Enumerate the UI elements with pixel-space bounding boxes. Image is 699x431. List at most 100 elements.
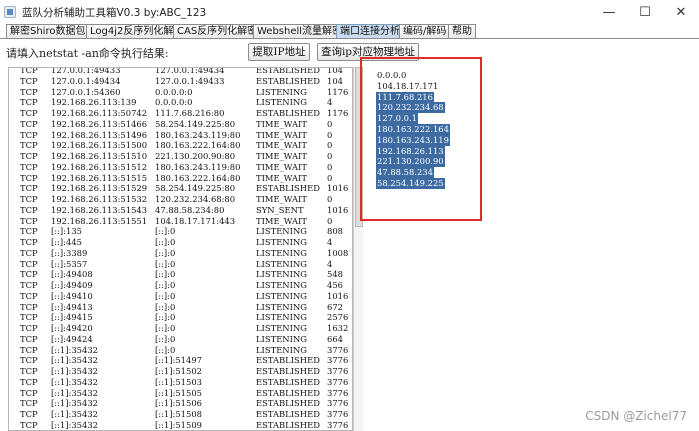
netstat-foreign-address: [::]:0 (155, 301, 176, 312)
netstat-local-address: [::]:49408 (51, 269, 93, 280)
netstat-local-address: [::1]:35432 (51, 376, 98, 387)
netstat-pid: 3776 (327, 376, 349, 387)
netstat-pid: 1016 (327, 183, 349, 194)
netstat-row: TCP 192.168.26.113:139 0.0.0.0:0 LISTENING 4 (9, 97, 352, 108)
netstat-pid: 1008 (327, 247, 349, 258)
annotation-box (360, 57, 482, 221)
netstat-state: LISTENING (256, 86, 307, 97)
close-icon[interactable]: ✕ (663, 0, 699, 24)
netstat-state: LISTENING (256, 226, 307, 237)
tab-shiro[interactable]: 解密Shiro数据包 (6, 24, 90, 39)
tab-webshell[interactable]: Webshell流量解密 (253, 24, 347, 39)
netstat-state: LISTENING (256, 333, 307, 344)
netstat-proto: TCP (20, 194, 38, 204)
netstat-textarea[interactable]: TCP 127.0.0.1:49433 127.0.0.1:49434 ESTABLI… (8, 67, 353, 431)
tab-port-analysis[interactable]: 端口连接分析 (336, 24, 404, 39)
netstat-foreign-address: [::1]:51506 (155, 398, 202, 409)
netstat-proto: TCP (20, 204, 38, 215)
netstat-state: TIME_WAIT (256, 129, 307, 140)
netstat-foreign-address: 47.88.58.234:80 (155, 204, 225, 215)
netstat-row: TCP 192.168.26.113:51466 58.254.149.225:80… (9, 118, 352, 130)
netstat-foreign-address: 180.163.243.119:80 (155, 161, 241, 172)
watermark: CSDN @Zichel77 (585, 409, 687, 423)
netstat-row: TCP [::1]:35432 [::1]:51503 ESTABLISHED 3776 (9, 376, 352, 388)
netstat-proto: TCP (20, 151, 38, 161)
netstat-local-address: [::1]:35432 (51, 409, 98, 419)
netstat-local-address: 192.168.26.113:51551 (51, 215, 148, 226)
netstat-proto: TCP (20, 86, 38, 97)
netstat-foreign-address: [::]:0 (155, 290, 176, 301)
netstat-local-address: 192.168.26.113:51466 (51, 118, 148, 129)
netstat-row: TCP 192.168.26.113:51512 180.163.243.119:8… (9, 161, 352, 173)
netstat-local-address: [::1]:35432 (51, 355, 98, 366)
netstat-row: TCP [::1]:35432 [::1]:51508 ESTABLISHED 3776 (9, 409, 352, 420)
netstat-foreign-address: 104.18.17.171:443 (155, 215, 236, 226)
tab-bar: 解密Shiro数据包 Log4j2反序列化解密 CAS反序列化解密 Webshe… (0, 23, 699, 39)
netstat-row: TCP [::]:49409 [::]:0 LISTENING 456 (9, 280, 352, 291)
netstat-proto: TCP (20, 290, 38, 301)
tab-encode-decode[interactable]: 编码/解码 (399, 24, 451, 39)
netstat-foreign-address: 0.0.0.0:0 (155, 86, 193, 97)
netstat-proto: TCP (20, 67, 38, 75)
netstat-row: TCP 192.168.26.113:51510 221.130.200.90:80… (9, 151, 352, 162)
netstat-proto: TCP (20, 398, 38, 409)
netstat-proto: TCP (20, 247, 38, 258)
netstat-pid: 3776 (327, 387, 349, 398)
netstat-pid: 2576 (327, 312, 349, 323)
netstat-foreign-address: [::1]:51509 (155, 419, 202, 430)
tab-help[interactable]: 帮助 (448, 24, 476, 39)
netstat-row: TCP 127.0.0.1:54360 0.0.0.0:0 LISTENING 1176 (9, 86, 352, 98)
netstat-proto: TCP (20, 323, 38, 333)
netstat-state: ESTABLISHED (256, 108, 320, 118)
netstat-foreign-address: [::]:0 (155, 258, 176, 269)
netstat-row: TCP 192.168.26.113:51543 47.88.58.234:80 SY… (9, 204, 352, 216)
netstat-local-address: 127.0.0.1:49434 (51, 75, 121, 86)
netstat-row: TCP 192.168.26.113:51500 180.163.222.164:8… (9, 140, 352, 151)
netstat-input-label: 请填入netstat -an命令执行结果: (6, 47, 169, 60)
extract-ip-button[interactable]: 提取IP地址 (248, 43, 310, 61)
netstat-row: TCP [::1]:35432 [::1]:51497 ESTABLISHED 3776 (9, 355, 352, 366)
netstat-row: TCP [::]:49408 [::]:0 LISTENING 548 (9, 269, 352, 280)
netstat-local-address: 192.168.26.113:51510 (51, 151, 148, 161)
netstat-state: LISTENING (256, 247, 307, 258)
netstat-pid: 0 (327, 140, 333, 151)
netstat-pid: 1016 (327, 204, 349, 215)
window-controls: — ☐ ✕ (591, 0, 699, 24)
netstat-state: LISTENING (256, 323, 307, 333)
netstat-proto: TCP (20, 183, 38, 194)
netstat-local-address: [::]:49413 (51, 301, 93, 312)
netstat-foreign-address: 127.0.0.1:49433 (155, 75, 225, 86)
netstat-proto: TCP (20, 237, 38, 247)
netstat-state: LISTENING (256, 312, 307, 323)
netstat-local-address: [::]:5357 (51, 258, 88, 269)
netstat-row: TCP 192.168.26.113:51529 58.254.149.225:80… (9, 183, 352, 194)
netstat-state: LISTENING (256, 290, 307, 301)
minimize-icon[interactable]: — (591, 0, 627, 24)
netstat-proto: TCP (20, 129, 38, 140)
netstat-proto: TCP (20, 75, 38, 86)
netstat-foreign-address: 58.254.149.225:80 (155, 118, 236, 129)
netstat-foreign-address: 111.7.68.216:80 (155, 108, 225, 118)
netstat-state: ESTABLISHED (256, 409, 320, 419)
netstat-pid: 3776 (327, 419, 349, 430)
netstat-pid: 1632 (327, 323, 349, 333)
netstat-state: TIME_WAIT (256, 194, 307, 204)
netstat-state: TIME_WAIT (256, 215, 307, 226)
netstat-row: TCP [::1]:35432 [::]:0 LISTENING 3776 (9, 344, 352, 356)
netstat-proto: TCP (20, 215, 38, 226)
netstat-proto: TCP (20, 269, 38, 280)
netstat-row: TCP [::1]:35432 [::1]:51506 ESTABLISHED 3776 (9, 398, 352, 409)
maximize-icon[interactable]: ☐ (627, 0, 663, 24)
netstat-row: TCP [::]:445 [::]:0 LISTENING 4 (9, 237, 352, 248)
netstat-row: TCP 192.168.26.113:51532 120.232.234.68:80… (9, 194, 352, 205)
netstat-state: ESTABLISHED (256, 366, 320, 376)
netstat-state: ESTABLISHED (256, 75, 320, 86)
netstat-pid: 672 (327, 301, 343, 312)
netstat-local-address: [::1]:35432 (51, 419, 98, 430)
netstat-local-address: [::]:445 (51, 237, 82, 247)
netstat-local-address: [::1]:35432 (51, 344, 98, 355)
tab-cas[interactable]: CAS反序列化解密 (173, 24, 262, 39)
netstat-proto: TCP (20, 355, 38, 366)
netstat-local-address: 192.168.26.113:51515 (51, 172, 148, 183)
netstat-pid: 1176 (327, 108, 349, 118)
